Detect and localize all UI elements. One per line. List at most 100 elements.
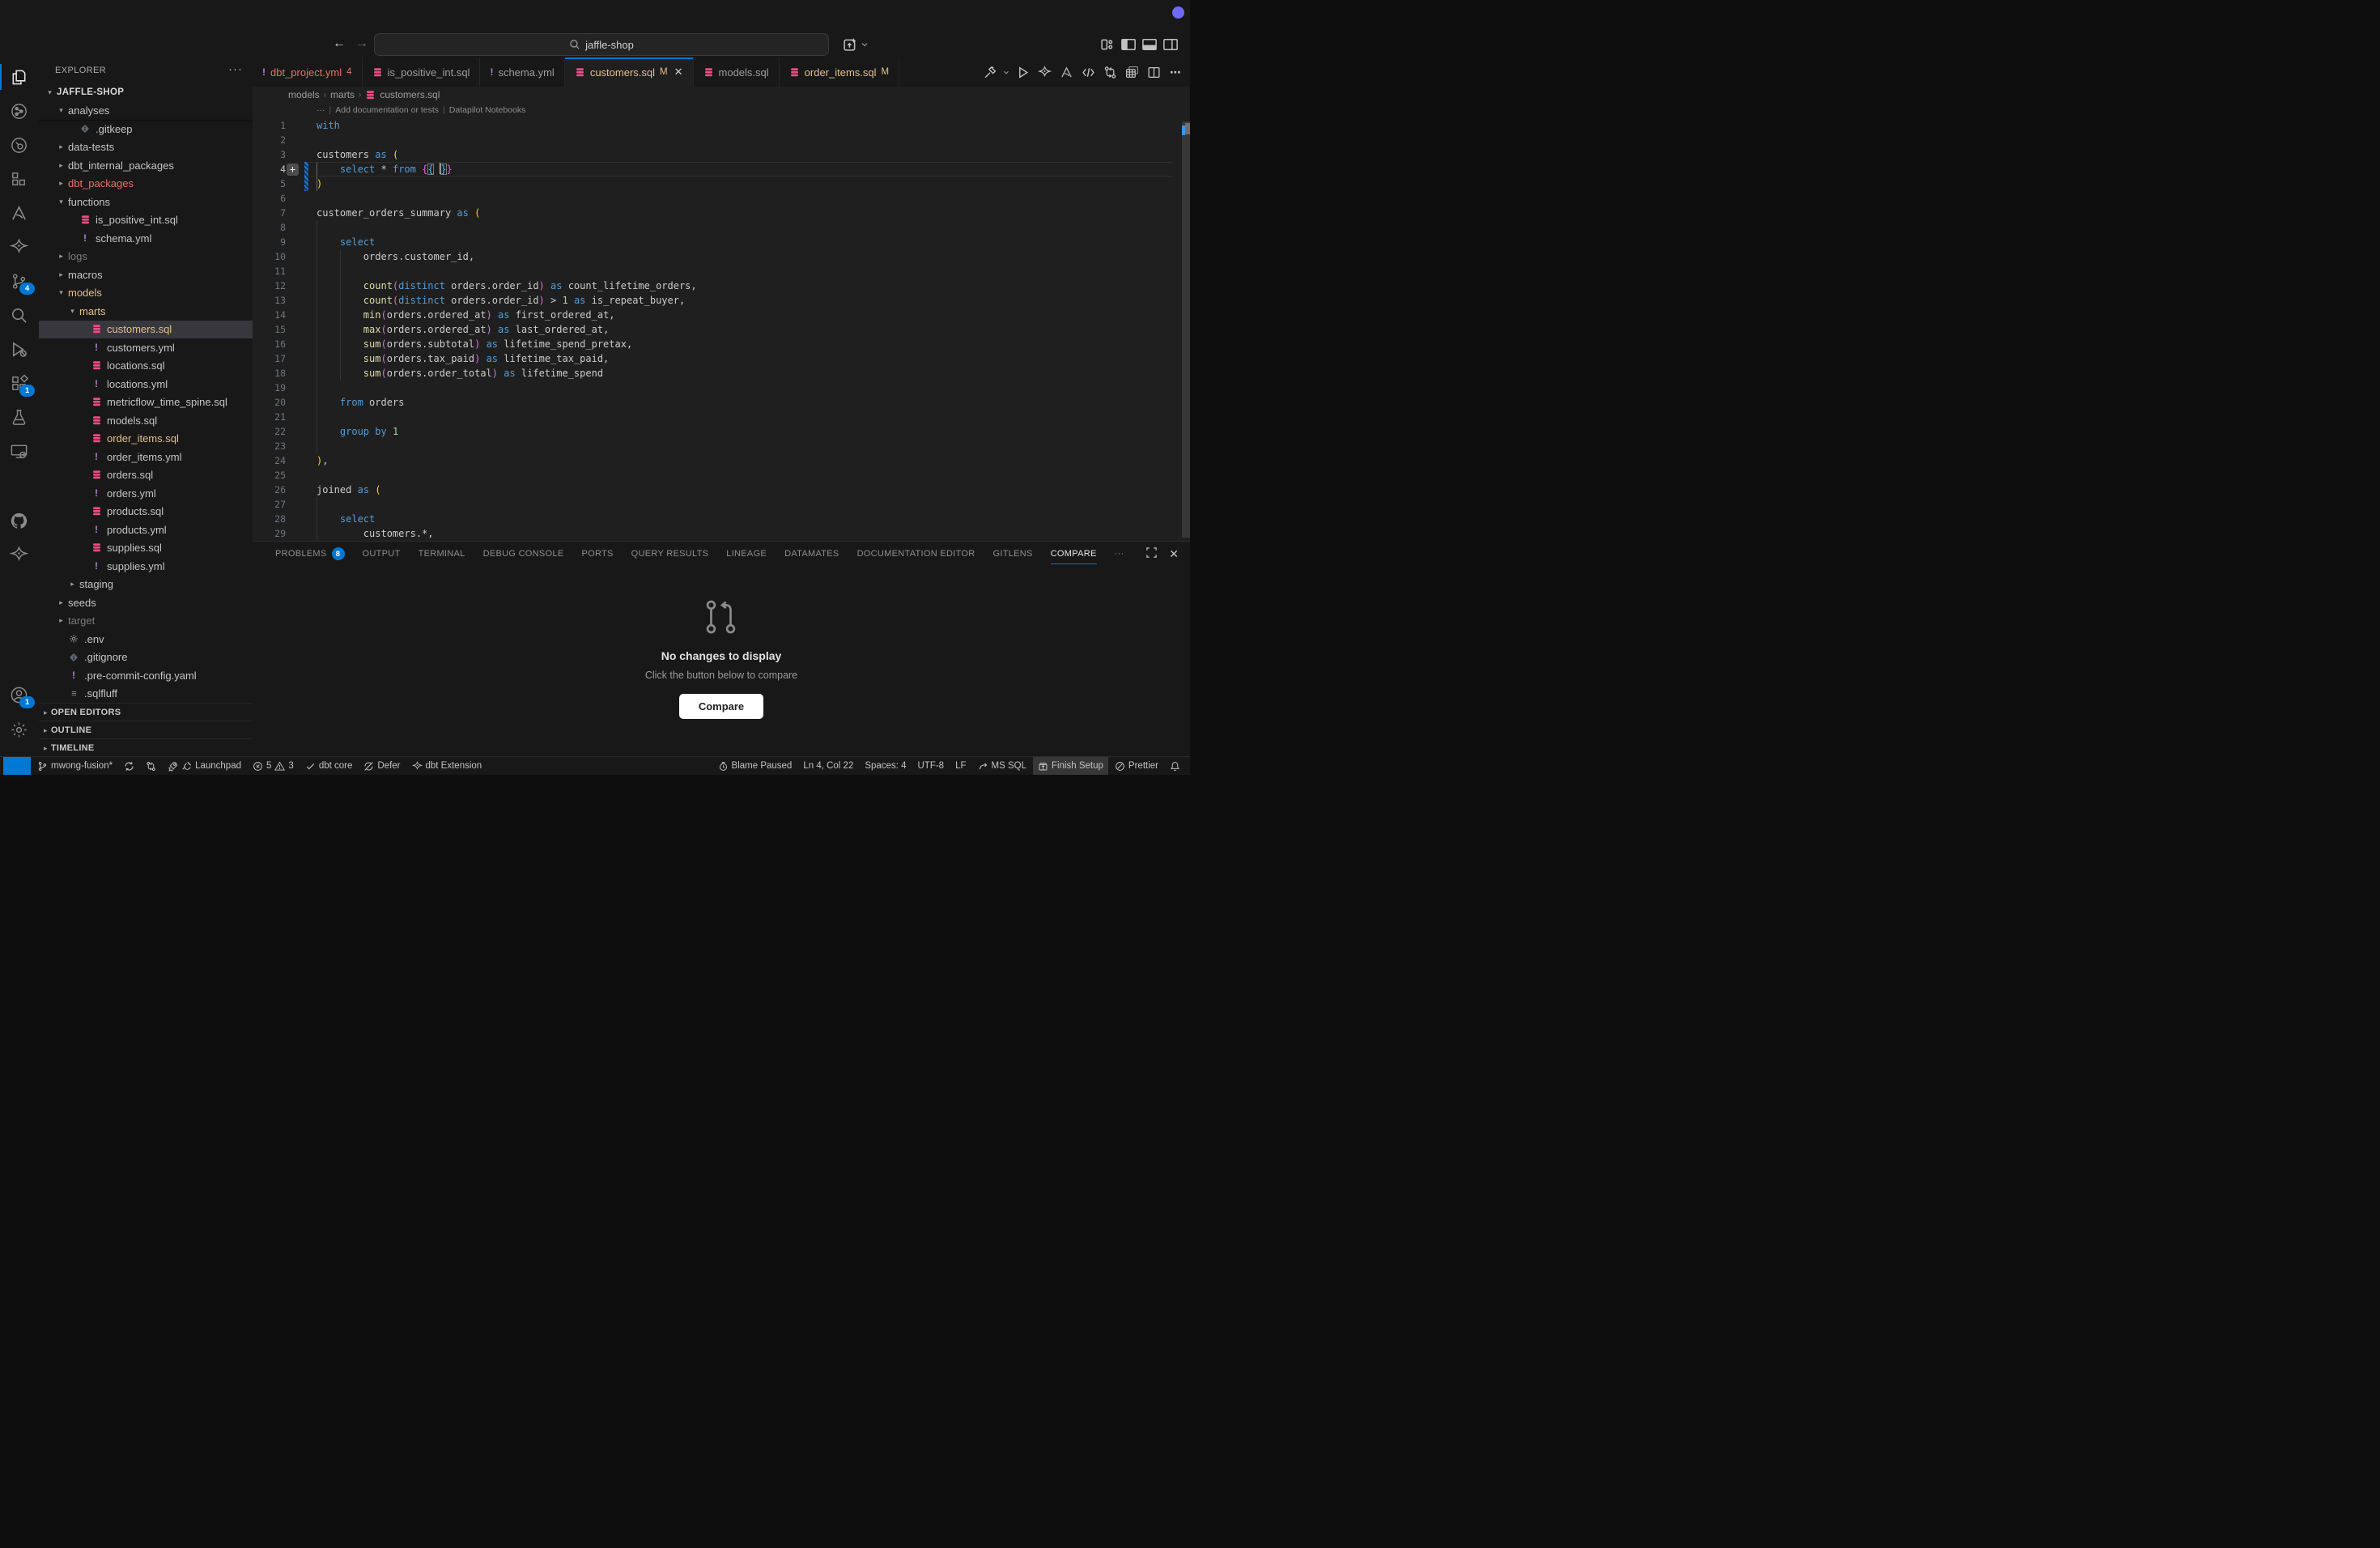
panel-tab-gitlens[interactable]: GITLENS	[993, 542, 1033, 566]
panel-tab-ports[interactable]: PORTS	[581, 542, 613, 566]
chevron-down-icon[interactable]	[860, 36, 869, 53]
panel-tab-lineage[interactable]: LINEAGE	[726, 542, 767, 566]
tab-schema-yml[interactable]: !schema.yml	[480, 57, 564, 87]
code-line-1[interactable]: 1with	[253, 118, 1182, 133]
tree-item-data-tests[interactable]: ▸data-tests	[39, 138, 253, 157]
status-blame-status[interactable]: Blame Paused	[713, 757, 797, 775]
tree-item-dbt-internal-packages[interactable]: ▸dbt_internal_packages	[39, 156, 253, 175]
tree-item-orders-yml[interactable]: !orders.yml	[39, 484, 253, 503]
compare-button[interactable]: Compare	[679, 694, 763, 719]
code-line-10[interactable]: 10 orders.customer_id,	[253, 249, 1182, 264]
panel-tab-datamates[interactable]: DATAMATES	[784, 542, 839, 566]
tree-item-functions[interactable]: ▾functions	[39, 193, 253, 211]
sidebar-section-open-editors[interactable]: ▸OPEN EDITORS	[39, 703, 253, 721]
status-dbt-core[interactable]: dbt core	[300, 757, 358, 775]
status-encoding[interactable]: UTF-8	[913, 757, 950, 775]
activity-item-explorer[interactable]	[0, 61, 38, 93]
status-finish-setup[interactable]: Finish Setup	[1033, 757, 1108, 775]
tree-item-locations-sql[interactable]: locations.sql	[39, 357, 253, 376]
code-line-11[interactable]: 11	[253, 264, 1182, 279]
panel-tab-compare[interactable]: COMPARE	[1051, 542, 1097, 566]
code-line-3[interactable]: 3customers as (	[253, 147, 1182, 162]
run-button[interactable]	[1013, 62, 1032, 82]
toggle-sidebar-icon[interactable]	[1120, 36, 1137, 53]
code-line-15[interactable]: 15 max(orders.ordered_at) as last_ordere…	[253, 322, 1182, 337]
codelens-link[interactable]: ···	[317, 105, 325, 115]
status-compare-changes[interactable]	[141, 757, 161, 775]
status-indentation[interactable]: Spaces: 4	[860, 757, 911, 775]
tab-customers-sql[interactable]: customers.sqlM✕	[565, 57, 694, 87]
tree-item-products-sql[interactable]: products.sql	[39, 503, 253, 521]
panel-tab-debug-console[interactable]: DEBUG CONSOLE	[483, 542, 564, 566]
status-dbt-extension[interactable]: dbt Extension	[407, 757, 487, 775]
code-line-14[interactable]: 14 min(orders.ordered_at) as first_order…	[253, 308, 1182, 322]
status-eol[interactable]: LF	[950, 757, 971, 775]
toggle-secondary-sidebar-icon[interactable]	[1162, 36, 1179, 53]
status-cursor-position[interactable]: Ln 4, Col 22	[798, 757, 858, 775]
tree-item-supplies-yml[interactable]: !supplies.yml	[39, 557, 253, 576]
maximize-panel-icon[interactable]	[1145, 546, 1158, 561]
panel-tab--[interactable]: ···	[1115, 542, 1124, 566]
tree-item-schema-yml[interactable]: !schema.yml	[39, 229, 253, 248]
activity-item-run-and-debug[interactable]	[0, 333, 38, 365]
code-line-17[interactable]: 17 sum(orders.tax_paid) as lifetime_tax_…	[253, 351, 1182, 366]
status-branch[interactable]: mwong-fusion*	[32, 757, 117, 775]
forward-icon[interactable]: →	[353, 35, 371, 53]
activity-item-extensions[interactable]: 1	[0, 367, 38, 399]
panel-tab-output[interactable]: OUTPUT	[363, 542, 401, 566]
code-line-13[interactable]: 13 count(distinct orders.order_id) > 1 a…	[253, 293, 1182, 308]
code-line-4[interactable]: +4 select * from {{ }}	[253, 162, 1182, 176]
activity-item-github[interactable]	[0, 504, 38, 537]
tree-item-products-yml[interactable]: !products.yml	[39, 521, 253, 539]
tree-item-metricflow-time-spine-sql[interactable]: metricflow_time_spine.sql	[39, 393, 253, 412]
more-actions-icon[interactable]: ···	[228, 62, 243, 76]
code-line-19[interactable]: 19	[253, 381, 1182, 395]
more-actions-button[interactable]: ⋯	[1166, 62, 1185, 82]
close-tab-icon[interactable]: ✕	[674, 66, 683, 79]
split-editor-button[interactable]	[1144, 62, 1163, 82]
tree-item-order-items-sql[interactable]: order_items.sqlM	[39, 430, 253, 449]
code-line-24[interactable]: 24),	[253, 453, 1182, 468]
tree-item-supplies-sql[interactable]: supplies.sql	[39, 539, 253, 558]
close-panel-icon[interactable]: ✕	[1169, 547, 1179, 561]
query-results-button[interactable]	[1122, 62, 1141, 82]
tree-item-models-sql[interactable]: models.sql	[39, 411, 253, 430]
status-prettier[interactable]: Prettier	[1110, 757, 1163, 775]
codelens-link[interactable]: Datapilot Notebooks	[449, 105, 526, 115]
tree-item-customers-sql[interactable]: customers.sqlM	[39, 321, 253, 339]
activity-item-datapilot-view[interactable]	[0, 197, 38, 229]
tree-item-macros[interactable]: ▸macros	[39, 266, 253, 284]
build-button[interactable]	[980, 62, 1000, 82]
git-compare-button[interactable]	[1100, 62, 1120, 82]
tree-item-order-items-yml[interactable]: !order_items.yml	[39, 448, 253, 466]
code-line-25[interactable]: 25	[253, 468, 1182, 483]
code-line-16[interactable]: 16 sum(orders.subtotal) as lifetime_spen…	[253, 337, 1182, 351]
status-launchpad[interactable]: Launchpad	[163, 757, 246, 775]
code-line-5[interactable]: 5)	[253, 176, 1182, 191]
activity-item-testing[interactable]	[0, 401, 38, 433]
tree-item--gitignore[interactable]: .gitignore	[39, 649, 253, 667]
status-problems[interactable]: 53	[248, 757, 299, 775]
editor-scrollbar[interactable]	[1182, 118, 1190, 541]
sidebar-section-outline[interactable]: ▸OUTLINE	[39, 721, 253, 739]
code-line-27[interactable]: 27	[253, 497, 1182, 512]
breadcrumb-item[interactable]: marts	[330, 89, 355, 100]
tree-item--gitkeep[interactable]: .gitkeep	[39, 120, 253, 138]
status-sync[interactable]	[119, 757, 139, 775]
code-line-22[interactable]: 22 group by 1	[253, 424, 1182, 439]
tree-item-target[interactable]: ▸target	[39, 612, 253, 631]
activity-item-settings[interactable]	[0, 713, 38, 746]
toggle-panel-icon[interactable]	[1141, 36, 1158, 53]
activity-item-query-explorer-view[interactable]	[0, 129, 38, 161]
tree-item--pre-commit-config-yaml[interactable]: !.pre-commit-config.yaml	[39, 666, 253, 685]
activity-item-dbt-lineage-view[interactable]	[0, 95, 38, 127]
back-icon[interactable]: ←	[330, 35, 348, 53]
tab-is-positive-int-sql[interactable]: is_positive_int.sql	[363, 57, 481, 87]
tab-models-sql[interactable]: models.sql	[694, 57, 780, 87]
code-line-6[interactable]: 6	[253, 191, 1182, 206]
panel-tab-terminal[interactable]: TERMINAL	[419, 542, 465, 566]
tree-item-is-positive-int-sql[interactable]: is_positive_int.sql	[39, 211, 253, 230]
dbt-power-user-button[interactable]	[1035, 62, 1054, 82]
share-sparkle-icon[interactable]	[842, 36, 858, 53]
tree-item-staging[interactable]: ▸staging	[39, 576, 253, 594]
